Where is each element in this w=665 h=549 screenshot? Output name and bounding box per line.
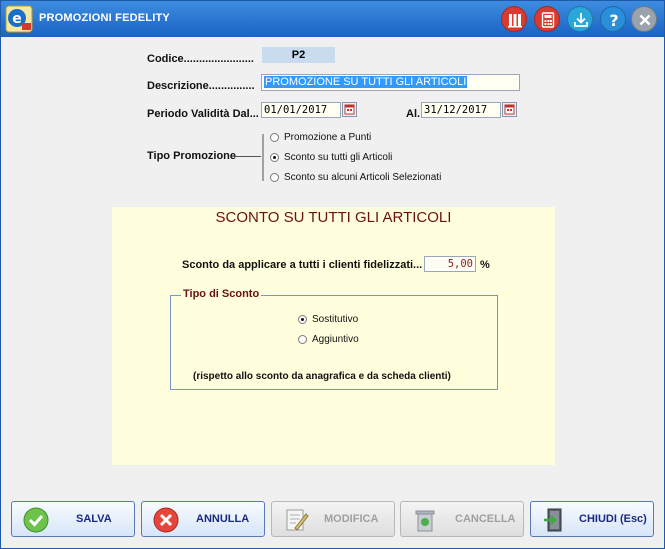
al-date-input[interactable]: 31/12/2017	[421, 102, 501, 118]
tipo-promozione-label: Tipo Promozione	[147, 150, 237, 162]
calculator-button[interactable]	[534, 6, 560, 32]
salva-button[interactable]: SALVA	[11, 501, 135, 537]
help-icon: ?	[609, 11, 618, 30]
cancel-icon	[153, 507, 179, 533]
radio-sostitutivo[interactable]	[298, 315, 307, 324]
tipo-sconto-legend: Tipo di Sconto	[181, 288, 262, 300]
codice-label: Codice.......................	[147, 53, 254, 65]
annulla-button[interactable]: ANNULLA	[141, 501, 265, 537]
panel-title: SCONTO SU TUTTI GLI ARTICOLI	[215, 209, 452, 226]
tipo-bracket	[234, 134, 264, 181]
dal-date-input[interactable]: 01/01/2017	[261, 102, 341, 118]
tipo-sconto-group: Tipo di Sconto Sostitutivo Aggiuntivo (r…	[170, 288, 498, 390]
download-icon	[574, 13, 588, 27]
check-icon	[23, 507, 49, 533]
sconto-option-aggiuntivo-label: Aggiuntivo	[312, 334, 359, 345]
download-button[interactable]	[567, 6, 593, 32]
chiudi-button[interactable]: CHIUDI (Esc)	[530, 501, 654, 537]
trash-icon	[415, 510, 435, 532]
tipo-option-punti-label: Promozione a Punti	[284, 132, 372, 143]
radio-aggiuntivo[interactable]	[298, 335, 307, 344]
descrizione-input[interactable]: PROMOZIONE SU TUTTI GLI ARTICOLI	[261, 74, 520, 91]
sconto-panel: SCONTO SU TUTTI GLI ARTICOLI Sconto da a…	[112, 207, 555, 465]
sconto-option-sostitutivo-label: Sostitutivo	[312, 314, 359, 325]
descrizione-label: Descrizione...............	[147, 80, 255, 92]
radio-tutti[interactable]	[270, 153, 279, 162]
al-calendar-icon[interactable]	[502, 102, 517, 117]
sconto-input[interactable]: 5,00	[424, 256, 476, 272]
title-bar: e PROMOZIONI FEDELITY ?	[1, 1, 664, 37]
descrizione-value: PROMOZIONE SU TUTTI GLI ARTICOLI	[264, 76, 468, 88]
codice-field: P2	[262, 47, 335, 63]
edit-icon	[286, 509, 309, 531]
radio-punti[interactable]	[270, 133, 279, 142]
svg-text:?: ?	[609, 11, 618, 30]
close-window-button[interactable]	[631, 6, 657, 32]
calculator-icon	[541, 12, 555, 28]
svg-text:e: e	[12, 11, 22, 27]
modifica-button[interactable]: MODIFICA	[271, 501, 395, 537]
help-button[interactable]: ?	[600, 6, 626, 32]
tipo-option-selezionati-label: Sconto su alcuni Articoli Selezionati	[284, 172, 442, 183]
radio-selezionati[interactable]	[270, 173, 279, 182]
dal-calendar-icon[interactable]	[342, 102, 357, 117]
sconto-note: (rispetto allo sconto da anagrafica e da…	[193, 371, 451, 382]
exit-door-icon	[544, 508, 562, 532]
archive-button[interactable]	[501, 6, 527, 32]
sconto-label: Sconto da applicare a tutti i clienti fi…	[182, 259, 423, 271]
window-title: PROMOZIONI FEDELITY	[39, 12, 170, 24]
periodo-label: Periodo Validità Dal...	[147, 108, 259, 120]
promozioni-window: e PROMOZIONI FEDELITY ? Codice..........…	[0, 0, 665, 549]
tipo-option-tutti-label: Sconto su tutti gli Articoli	[284, 152, 393, 163]
archive-icon	[508, 14, 522, 28]
sconto-unit: %	[480, 259, 490, 271]
app-logo-icon: e	[5, 5, 33, 33]
al-label: Al.	[406, 108, 421, 120]
close-icon	[639, 14, 651, 26]
cancella-button[interactable]: CANCELLA	[400, 501, 524, 537]
